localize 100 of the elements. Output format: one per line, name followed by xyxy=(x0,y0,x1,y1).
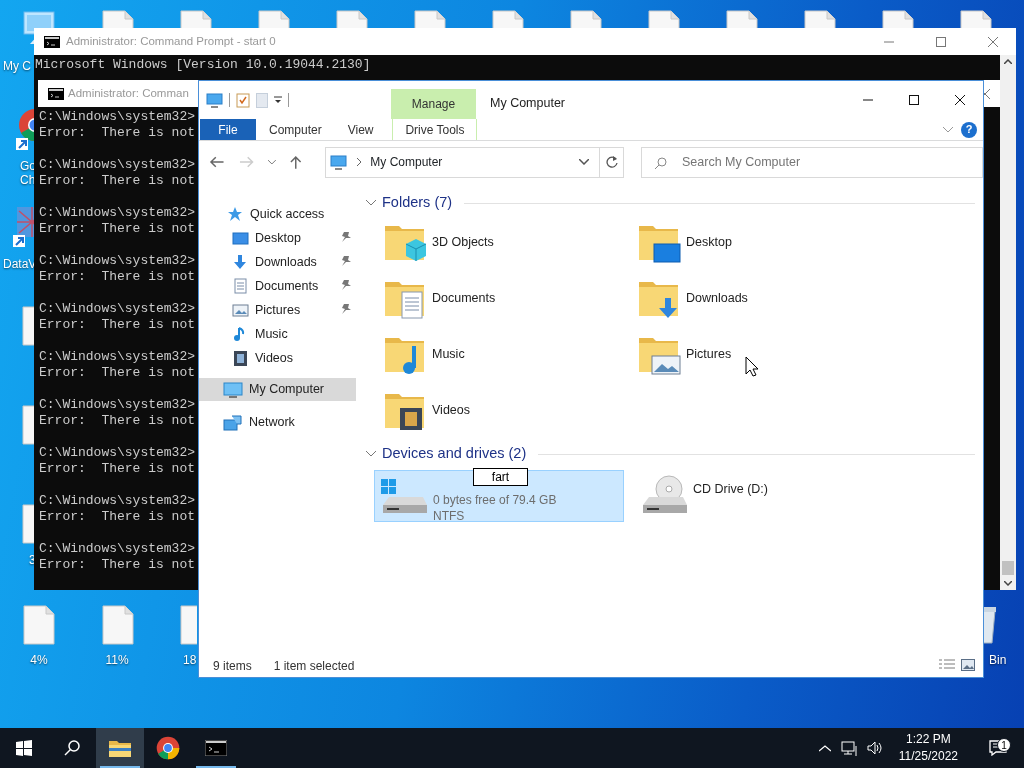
notifications-button[interactable]: 1 xyxy=(978,739,1018,757)
icon-label: 4% xyxy=(30,653,48,667)
console-text: Error: There is not xyxy=(39,269,196,285)
document-icon xyxy=(232,277,249,295)
folder-icon xyxy=(109,739,131,757)
status-text: 9 items xyxy=(213,657,252,675)
up-arrow-icon[interactable] xyxy=(287,155,304,169)
film-icon xyxy=(232,349,249,367)
folder-item[interactable]: Pictures xyxy=(638,332,892,388)
icon-label: Go xyxy=(20,159,36,173)
network-icon xyxy=(223,413,243,431)
search-field[interactable]: Search My Computer xyxy=(641,146,983,178)
drive-item[interactable]: fart 0 bytes free of 79.4 GB NTFS xyxy=(374,470,624,522)
download-icon xyxy=(232,253,249,271)
collapse-chevron-icon[interactable] xyxy=(366,199,376,207)
console-icon xyxy=(44,35,60,48)
folder-item[interactable]: Documents xyxy=(384,276,638,332)
folder-item[interactable]: Music xyxy=(384,332,638,388)
console-text: Microsoft Windows [Version 10.0.19044.2130] xyxy=(35,57,371,73)
console-text: C:\Windows\system32> xyxy=(39,301,196,317)
console-text: C:\Windows\system32> xyxy=(39,109,196,125)
address-bar[interactable]: My Computer xyxy=(325,146,624,178)
nav-item[interactable]: Quick access xyxy=(199,202,356,226)
refresh-icon[interactable] xyxy=(605,156,618,168)
group-header[interactable]: Devices and drives (2) xyxy=(382,443,527,465)
contextual-tab-label: Manage xyxy=(391,89,476,119)
windows-logo-icon xyxy=(16,740,32,756)
file-menu-button[interactable]: File xyxy=(200,119,256,140)
console-text: Error: There is not xyxy=(39,557,196,573)
ribbon-tab[interactable]: Computer xyxy=(256,119,335,140)
computer-icon[interactable] xyxy=(206,92,223,108)
properties-icon[interactable] xyxy=(236,92,250,108)
computer-icon xyxy=(223,381,243,398)
volume-icon[interactable] xyxy=(866,741,883,755)
back-arrow-icon[interactable] xyxy=(209,155,225,169)
clock[interactable]: 1:22 PM 11/25/2022 xyxy=(898,731,958,765)
computer-icon xyxy=(330,154,348,170)
group-header[interactable]: Folders (7) xyxy=(382,192,453,214)
maximize-icon[interactable] xyxy=(909,95,919,105)
address-dropdown-icon[interactable] xyxy=(579,159,589,165)
picture-icon xyxy=(232,301,249,319)
message-icon xyxy=(989,740,1007,756)
chrome-icon xyxy=(156,736,180,760)
close-icon[interactable] xyxy=(955,95,965,105)
recent-dropdown-icon[interactable] xyxy=(268,159,276,165)
scroll-up-icon[interactable] xyxy=(1004,59,1012,64)
drive-item[interactable]: CD Drive (D:) xyxy=(634,470,884,522)
expand-ribbon-icon[interactable] xyxy=(943,126,953,133)
console-text: C:\Windows\system32> xyxy=(39,253,196,269)
address-text: My Computer xyxy=(370,154,443,171)
help-button[interactable]: ? xyxy=(961,121,977,138)
console-text: C:\Windows\system32> xyxy=(39,493,196,509)
nav-item[interactable]: Pictures xyxy=(199,298,356,322)
nav-item[interactable]: Videos xyxy=(199,346,356,370)
shortcut-arrow-icon xyxy=(13,235,25,247)
folder-item[interactable]: Videos xyxy=(384,388,638,444)
nav-item[interactable]: Music xyxy=(199,322,356,346)
notification-count: 1 xyxy=(997,738,1011,752)
taskbar-app-button[interactable] xyxy=(96,728,144,768)
console-text: C:\Windows\system32> xyxy=(39,541,196,557)
console-text: Error: There is not xyxy=(39,125,196,141)
file-icon xyxy=(23,605,55,645)
file-icon xyxy=(102,605,134,645)
network-icon[interactable] xyxy=(840,740,857,756)
scroll-down-icon[interactable] xyxy=(1004,581,1012,586)
console-icon xyxy=(205,740,227,756)
mouse-pointer-icon xyxy=(745,356,758,377)
nav-item[interactable]: Network xyxy=(199,410,356,434)
nav-item[interactable]: Desktop xyxy=(199,226,356,250)
console-text: Error: There is not xyxy=(39,221,196,237)
console-text: Error: There is not xyxy=(39,317,196,333)
scrollbar[interactable] xyxy=(1000,55,1016,590)
icon-label: 18 xyxy=(183,653,197,667)
drive-detail: 0 bytes free of 79.4 GB xyxy=(433,492,557,508)
console-text: C:\Windows\system32> xyxy=(39,205,196,221)
folder-item[interactable]: Downloads xyxy=(638,276,892,332)
rename-field[interactable]: fart xyxy=(473,468,528,486)
console-text: Error: There is not xyxy=(39,173,196,189)
console-text: C:\Windows\system32> xyxy=(39,445,196,461)
customize-dropdown-icon[interactable] xyxy=(274,96,282,104)
window-title: Administrator: Command Prompt - start 0 xyxy=(66,33,276,49)
show-hidden-icons-icon[interactable] xyxy=(818,744,831,752)
star-icon xyxy=(227,205,244,223)
collapse-chevron-icon[interactable] xyxy=(366,450,376,458)
console-icon xyxy=(48,87,64,100)
nav-item[interactable]: Downloads xyxy=(199,250,356,274)
nav-item[interactable]: Documents xyxy=(199,274,356,298)
search-icon xyxy=(655,156,667,169)
large-icons-view-icon[interactable] xyxy=(961,659,975,671)
console-text: Error: There is not xyxy=(39,509,196,525)
folder-item[interactable]: 3D Objects xyxy=(384,220,638,276)
nav-item[interactable]: My Computer xyxy=(199,378,356,401)
icon-label: Bin xyxy=(989,653,1007,667)
scroll-thumb[interactable] xyxy=(1002,561,1014,575)
icon-label: Ch xyxy=(20,173,36,187)
console-text: Error: There is not xyxy=(39,365,196,381)
window-title: My Computer xyxy=(489,95,566,112)
search-icon xyxy=(64,740,80,756)
folder-item[interactable]: Desktop xyxy=(638,220,892,276)
ribbon-tab[interactable]: View xyxy=(334,119,387,140)
